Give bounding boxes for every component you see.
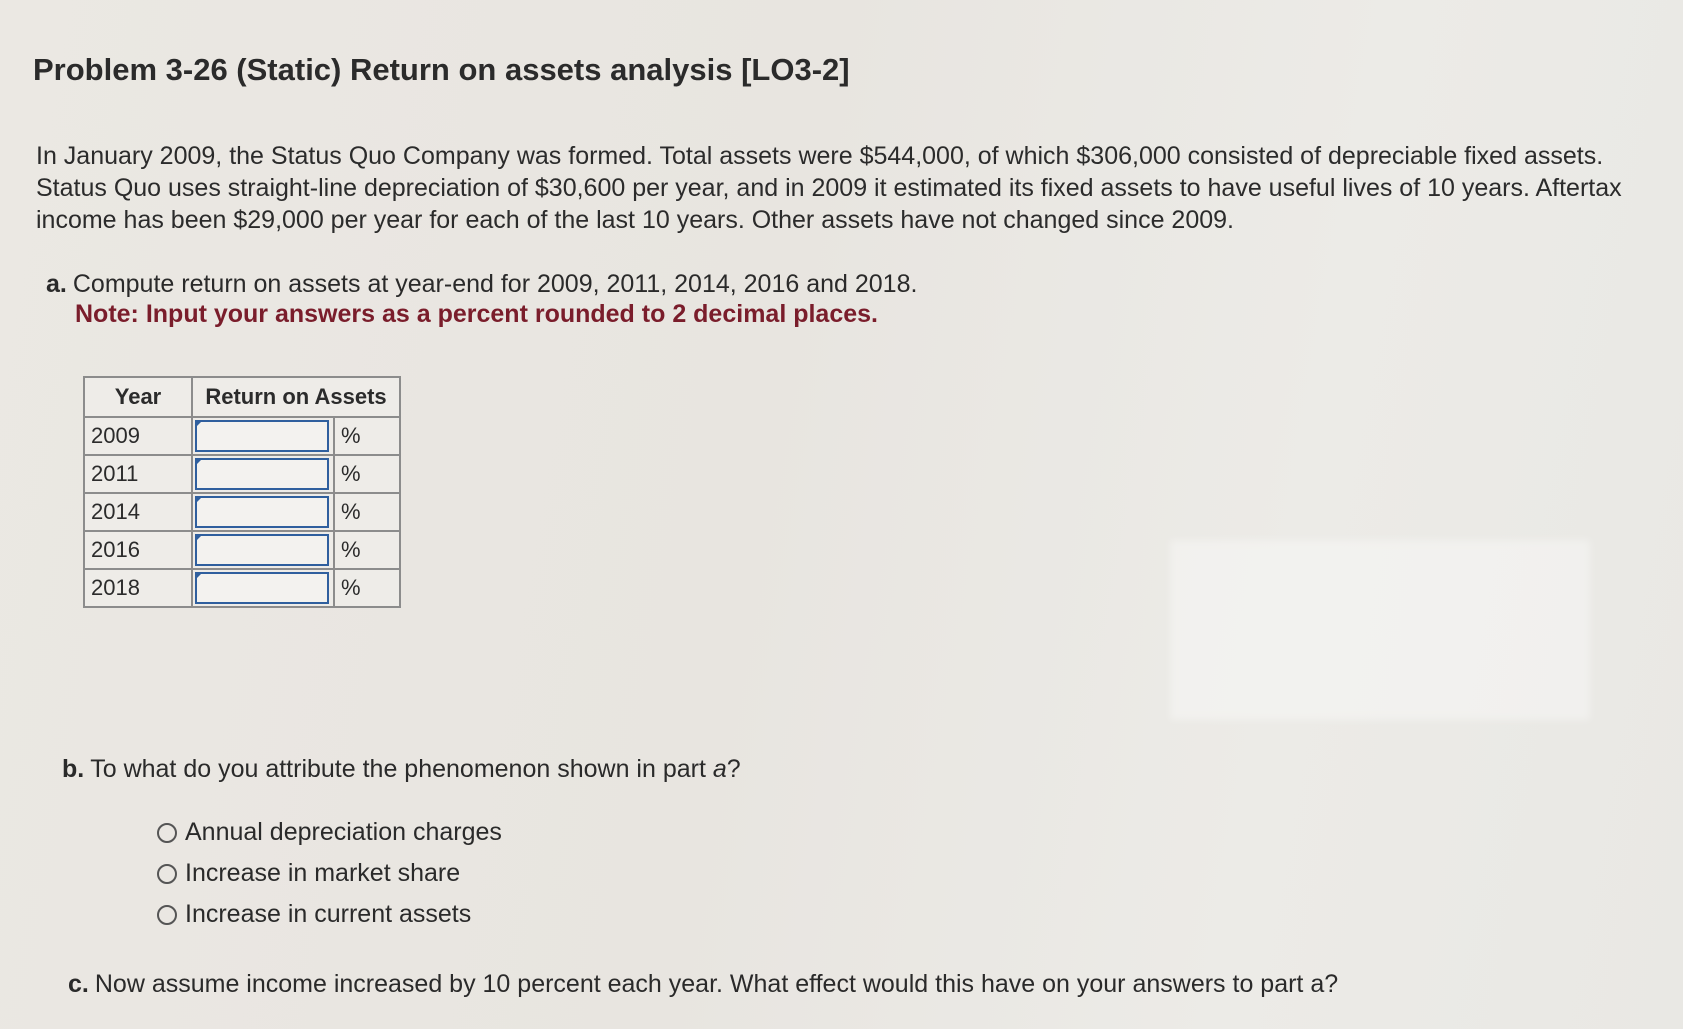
table-row: 2011 % — [83, 454, 401, 494]
return-on-assets-header: Return on Assets — [191, 376, 401, 418]
input-corner-flag — [195, 496, 203, 504]
year-cell: 2016 — [83, 530, 193, 570]
table-row: 2016 % — [83, 530, 401, 570]
radio-button[interactable] — [157, 863, 177, 884]
part-b-question: b. To what do you attribute the phenomeno… — [62, 755, 741, 784]
input-corner-flag — [195, 534, 203, 542]
roa-input-2014[interactable] — [195, 496, 329, 528]
part-b-text-before: To what do you attribute the phenomenon … — [90, 755, 713, 783]
percent-sign: % — [333, 530, 401, 570]
option-current-assets[interactable]: Increase in current assets — [157, 894, 502, 935]
table-header-row: Year Return on Assets — [83, 376, 401, 418]
part-b-label: b. — [62, 755, 85, 783]
part-b-text-after: ? — [726, 755, 741, 783]
problem-title: Problem 3-26 (Static) Return on assets a… — [33, 52, 850, 87]
problem-intro: In January 2009, the Status Quo Company … — [36, 142, 1622, 234]
year-cell: 2018 — [83, 568, 193, 608]
page-background: Problem 3-26 (Static) Return on assets a… — [0, 0, 1683, 1029]
option-label: Increase in market share — [185, 859, 461, 887]
percent-sign: % — [333, 568, 401, 608]
percent-sign: % — [333, 416, 401, 456]
roa-input-2011[interactable] — [195, 458, 329, 490]
roa-input-2009[interactable] — [195, 420, 329, 452]
table-row: 2009 % — [83, 416, 401, 456]
table-row: 2014 % — [83, 492, 401, 532]
year-cell: 2014 — [83, 492, 193, 532]
roa-input-cell — [191, 492, 335, 532]
year-cell: 2009 — [83, 416, 193, 456]
roa-input-cell — [191, 454, 335, 494]
roa-input-cell — [191, 530, 335, 570]
part-a-question: a. Compute return on assets at year-end f… — [46, 268, 917, 300]
input-corner-flag — [195, 458, 203, 466]
option-market-share[interactable]: Increase in market share — [157, 853, 502, 894]
roa-input-cell — [191, 416, 335, 456]
roa-input-2018[interactable] — [195, 572, 329, 604]
part-a-text: Compute return on assets at year-end for… — [72, 270, 918, 298]
part-b-text-italic: a — [712, 755, 727, 783]
year-cell: 2011 — [83, 454, 193, 494]
input-corner-flag — [195, 420, 203, 428]
percent-sign: % — [333, 492, 401, 532]
year-header: Year — [83, 376, 193, 418]
part-c-label: c. — [68, 970, 89, 998]
part-c-text: Now assume income increased by 10 percen… — [94, 970, 1339, 998]
percent-sign: % — [333, 454, 401, 494]
part-a-label: a. — [46, 270, 67, 298]
roa-input-cell — [191, 568, 335, 608]
return-on-assets-table: Year Return on Assets 2009 % 2011 % 2014… — [83, 376, 401, 608]
table-row: 2018 % — [83, 568, 401, 608]
part-b-options: Annual depreciation charges Increase in … — [157, 812, 502, 935]
radio-button[interactable] — [157, 904, 177, 925]
part-a-note: Note: Input your answers as a percent ro… — [75, 300, 878, 328]
input-corner-flag — [195, 572, 203, 580]
radio-button[interactable] — [157, 822, 177, 843]
light-glare — [1170, 540, 1590, 720]
roa-input-2016[interactable] — [195, 534, 329, 566]
part-c-question: c. Now assume income increased by 10 perc… — [68, 970, 1338, 999]
option-label: Increase in current assets — [185, 900, 472, 928]
option-label: Annual depreciation charges — [185, 818, 502, 846]
option-annual-depreciation[interactable]: Annual depreciation charges — [157, 812, 502, 853]
